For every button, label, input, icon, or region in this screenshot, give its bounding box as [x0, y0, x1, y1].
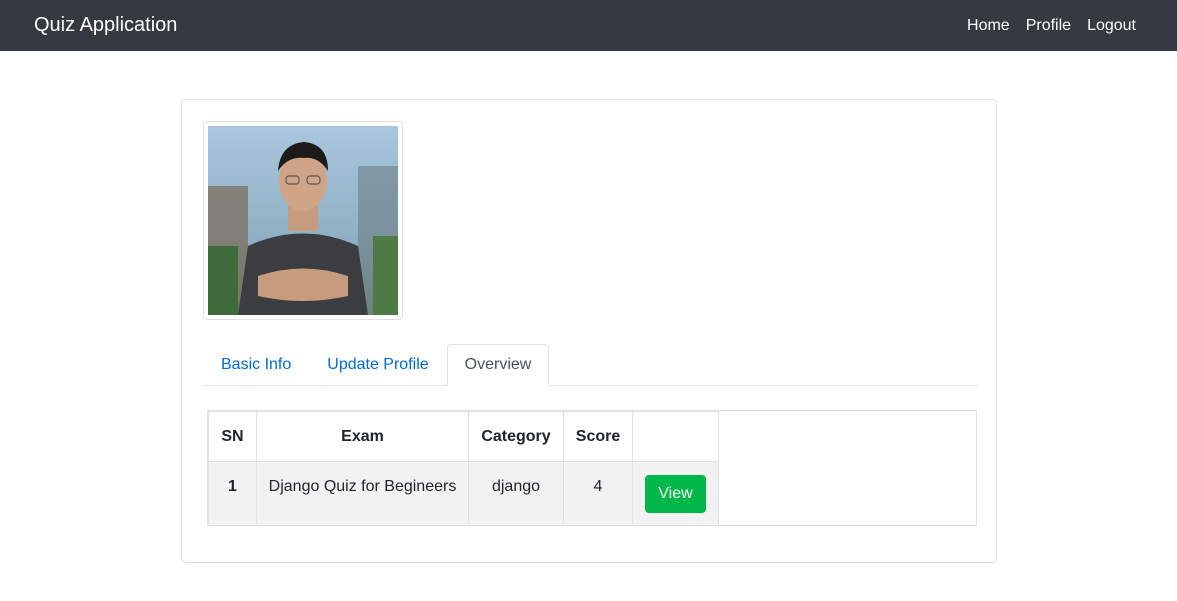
- cell-action: View: [632, 461, 719, 526]
- header-sn: SN: [208, 411, 257, 462]
- cell-exam: Django Quiz for Begineers: [256, 461, 469, 526]
- results-table-container: SN Exam Category Score 1 Django Quiz for…: [207, 410, 977, 526]
- results-table: SN Exam Category Score 1 Django Quiz for…: [208, 411, 719, 526]
- nav-profile-link[interactable]: Profile: [1026, 17, 1071, 35]
- header-score: Score: [563, 411, 633, 462]
- cell-score: 4: [563, 461, 633, 526]
- view-button[interactable]: View: [645, 474, 706, 513]
- nav-logout-link[interactable]: Logout: [1087, 17, 1136, 35]
- tab-basic-info[interactable]: Basic Info: [203, 344, 309, 386]
- cell-category: django: [468, 461, 564, 526]
- brand-link[interactable]: Quiz Application: [34, 14, 177, 37]
- tab-update-profile[interactable]: Update Profile: [309, 344, 446, 386]
- profile-card: Basic Info Update Profile Overview SN Ex…: [181, 99, 997, 563]
- top-navbar: Quiz Application Home Profile Logout: [0, 0, 1177, 51]
- table-row: 1 Django Quiz for Begineers django 4 Vie…: [208, 461, 719, 526]
- profile-tabs: Basic Info Update Profile Overview: [203, 344, 977, 386]
- header-exam: Exam: [256, 411, 469, 462]
- nav-links: Home Profile Logout: [951, 17, 1136, 35]
- tab-overview[interactable]: Overview: [446, 344, 550, 386]
- table-header-row: SN Exam Category Score: [208, 411, 719, 462]
- header-action: [632, 411, 719, 462]
- header-category: Category: [468, 411, 564, 462]
- cell-sn: 1: [208, 461, 257, 526]
- avatar-thumbnail: [203, 121, 403, 320]
- profile-photo: [208, 126, 398, 315]
- nav-home-link[interactable]: Home: [967, 17, 1010, 35]
